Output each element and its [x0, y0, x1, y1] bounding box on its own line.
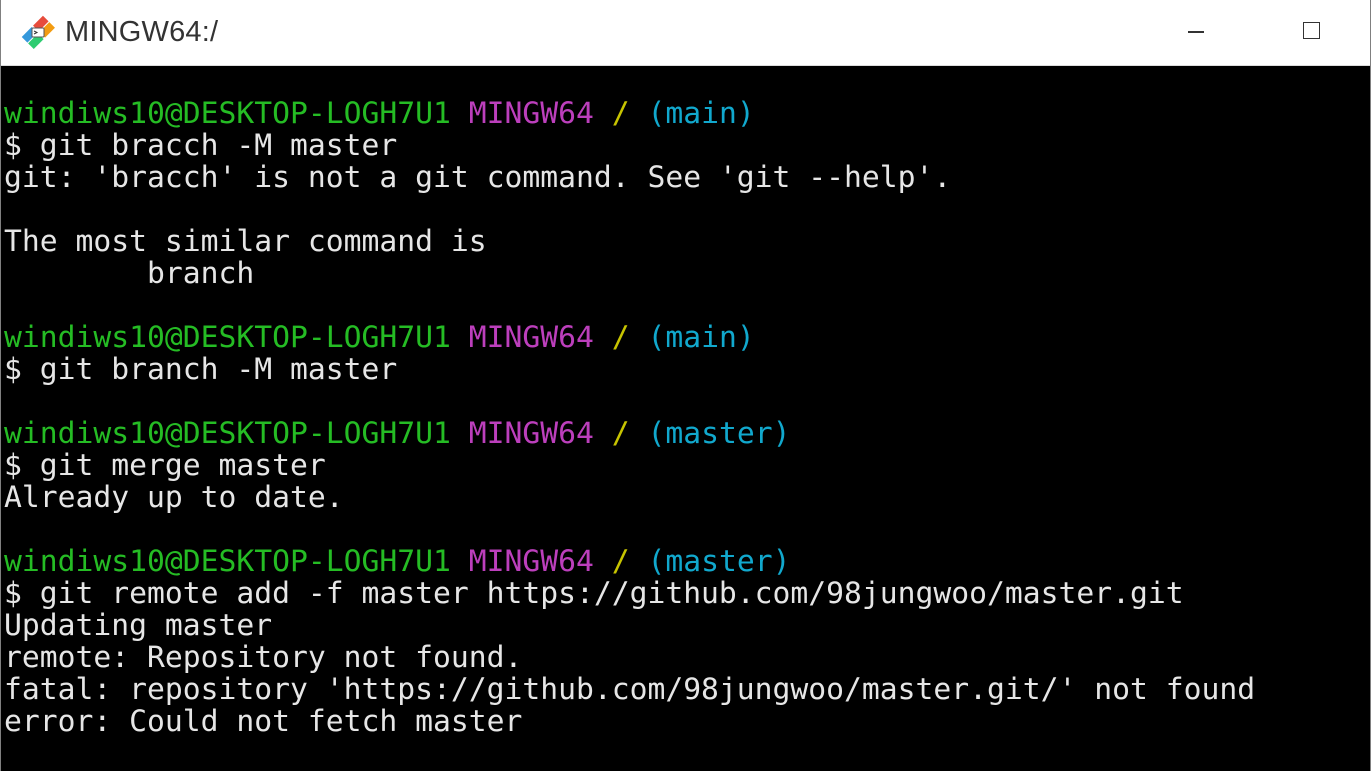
- output-line: error: Could not fetch master: [4, 704, 523, 739]
- output-line: fatal: repository 'https://github.com/98…: [4, 672, 1256, 707]
- minimize-button[interactable]: [1141, 0, 1251, 66]
- maximize-button[interactable]: [1251, 0, 1361, 66]
- output-line: Updating master: [4, 608, 273, 643]
- prompt-line: windiws10@DESKTOP-LOGH7U1 MINGW64 / (mas…: [4, 418, 1370, 450]
- prompt-shell: MINGW64: [468, 416, 594, 451]
- title-bar[interactable]: MINGW64:/: [1, 0, 1370, 66]
- prompt-shell: MINGW64: [468, 544, 594, 579]
- prompt-path: /: [611, 544, 630, 579]
- prompt-path: /: [611, 96, 630, 131]
- prompt-user-host: windiws10@DESKTOP-LOGH7U1: [4, 320, 451, 355]
- git-bash-icon: [17, 11, 59, 53]
- command-line: $ git branch -M master: [4, 352, 398, 387]
- prompt-shell: MINGW64: [468, 320, 594, 355]
- output-line: git: 'bracch' is not a git command. See …: [4, 160, 952, 195]
- window-title: MINGW64:/: [65, 16, 219, 48]
- minimize-icon: [1188, 31, 1204, 33]
- prompt-shell: MINGW64: [468, 96, 594, 131]
- terminal-window: MINGW64:/ windiws10@DESKTOP-LOGH7U1 MING…: [0, 0, 1371, 771]
- output-line: Already up to date.: [4, 480, 344, 515]
- prompt-path: /: [611, 416, 630, 451]
- output-line: remote: Repository not found.: [4, 640, 523, 675]
- prompt-branch: (master): [647, 544, 791, 579]
- output-line: branch: [4, 256, 255, 291]
- prompt-branch: (main): [647, 320, 755, 355]
- output-line: The most similar command is: [4, 224, 487, 259]
- command-line: $ git bracch -M master: [4, 128, 398, 163]
- prompt-line: windiws10@DESKTOP-LOGH7U1 MINGW64 / (mai…: [4, 98, 1370, 130]
- prompt-branch: (main): [647, 96, 755, 131]
- prompt-path: /: [611, 320, 630, 355]
- prompt-user-host: windiws10@DESKTOP-LOGH7U1: [4, 544, 451, 579]
- command-line: $ git merge master: [4, 448, 326, 483]
- maximize-icon: [1303, 22, 1320, 39]
- terminal-output[interactable]: windiws10@DESKTOP-LOGH7U1 MINGW64 / (mai…: [4, 98, 1370, 771]
- prompt-line: windiws10@DESKTOP-LOGH7U1 MINGW64 / (mas…: [4, 546, 1370, 578]
- prompt-branch: (master): [647, 416, 791, 451]
- prompt-line: windiws10@DESKTOP-LOGH7U1 MINGW64 / (mai…: [4, 322, 1370, 354]
- prompt-user-host: windiws10@DESKTOP-LOGH7U1: [4, 416, 451, 451]
- command-line: $ git remote add -f master https://githu…: [4, 576, 1184, 611]
- prompt-user-host: windiws10@DESKTOP-LOGH7U1: [4, 96, 451, 131]
